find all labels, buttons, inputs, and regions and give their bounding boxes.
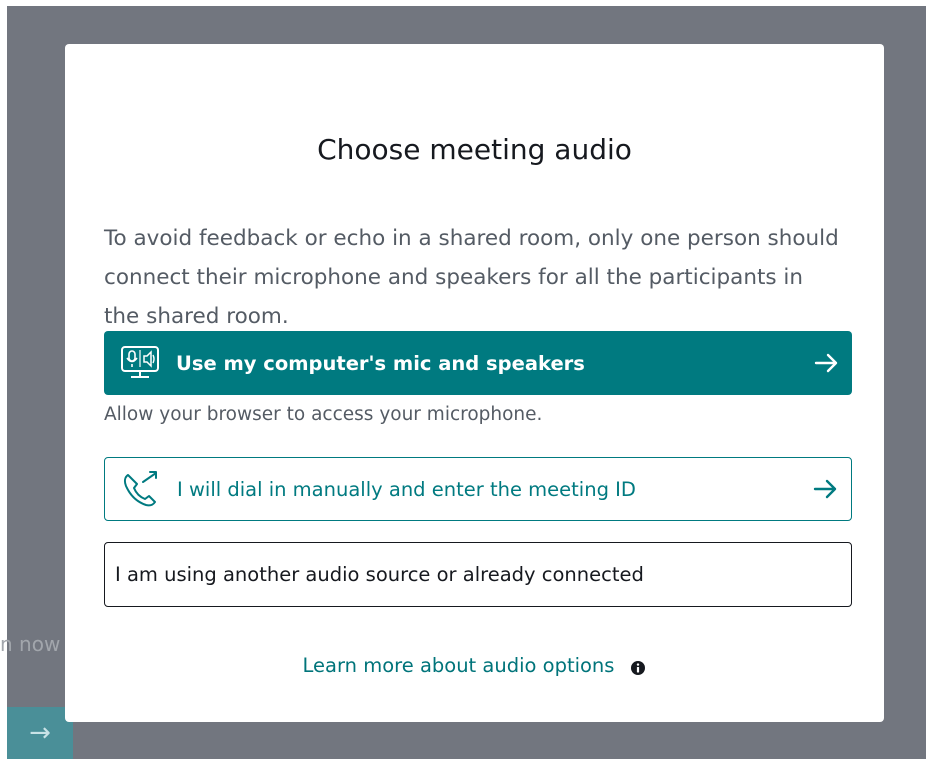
learn-more-row: Learn more about audio options: [65, 654, 884, 677]
use-computer-audio-button[interactable]: Use my computer's mic and speakers: [104, 331, 852, 395]
phone-dial-out-icon: [105, 470, 177, 508]
info-icon[interactable]: [630, 660, 646, 676]
computer-mic-speaker-icon: [104, 346, 176, 380]
background-partial-text: n now: [0, 632, 61, 656]
arrow-right-icon: →: [29, 718, 51, 748]
use-computer-audio-label: Use my computer's mic and speakers: [176, 351, 585, 375]
dial-in-manually-button[interactable]: I will dial in manually and enter the me…: [104, 457, 852, 521]
arrow-right-icon: [802, 352, 852, 374]
dial-in-manually-label: I will dial in manually and enter the me…: [177, 477, 636, 501]
other-audio-source-button[interactable]: I am using another audio source or alrea…: [104, 542, 852, 607]
computer-audio-hint: Allow your browser to access your microp…: [104, 404, 543, 425]
dialog-title: Choose meeting audio: [317, 133, 632, 166]
learn-more-audio-link[interactable]: Learn more about audio options: [303, 654, 615, 677]
dialog-description: To avoid feedback or echo in a shared ro…: [104, 226, 839, 329]
other-audio-source-label: I am using another audio source or alrea…: [115, 563, 644, 586]
arrow-right-icon: [801, 478, 851, 500]
background-join-button: →: [7, 707, 73, 759]
audio-choice-dialog: Choose meeting audio To avoid feedback o…: [65, 44, 884, 722]
